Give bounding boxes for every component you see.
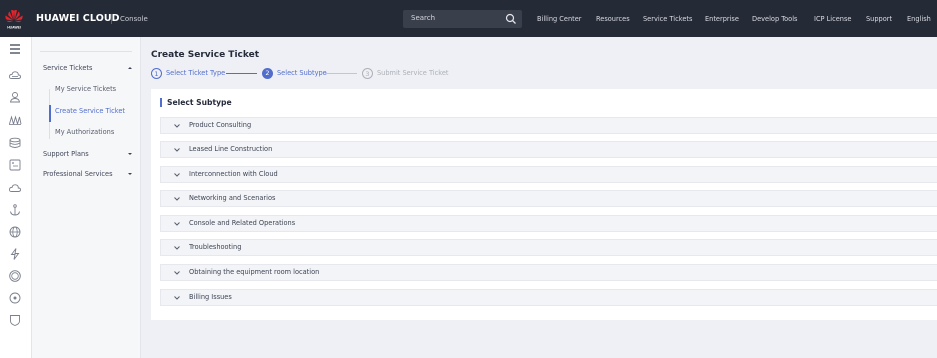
network-icon[interactable] xyxy=(8,113,22,127)
category-label: Product Consulting xyxy=(189,121,252,129)
active-indicator xyxy=(49,105,51,122)
menu-item-create-service-ticket[interactable]: Create Service Ticket xyxy=(55,107,125,115)
section-accent-bar xyxy=(160,98,162,107)
category-row[interactable]: Product Consulting xyxy=(160,117,937,134)
step-number: 2 xyxy=(262,68,273,79)
menu-group-professional-services[interactable]: Professional Services xyxy=(43,170,113,178)
user-group-icon[interactable] xyxy=(8,90,22,104)
step-connector xyxy=(325,73,357,74)
section-title: Select Subtype xyxy=(167,98,232,107)
step-connector xyxy=(226,73,257,74)
svg-text:HUAWEI: HUAWEI xyxy=(7,26,21,30)
step-select-ticket-type[interactable]: 1 Select Ticket Type xyxy=(151,68,261,80)
chevron-down-icon xyxy=(174,173,180,177)
chevron-down-icon xyxy=(174,148,180,152)
server-icon[interactable] xyxy=(8,158,22,172)
nav-language[interactable]: English xyxy=(907,15,931,23)
nav-enterprise[interactable]: Enterprise xyxy=(705,15,739,23)
nav-icp-license[interactable]: ICP License xyxy=(814,15,851,23)
chevron-down-icon[interactable] xyxy=(127,151,133,157)
chevron-down-icon xyxy=(174,124,180,128)
category-label: Billing Issues xyxy=(189,293,232,301)
step-label: Submit Service Ticket xyxy=(377,69,449,77)
category-row[interactable]: Billing Issues xyxy=(160,289,937,306)
region-icon[interactable] xyxy=(8,269,22,283)
chevron-down-icon xyxy=(174,222,180,226)
chevron-up-icon[interactable] xyxy=(127,65,133,71)
console-link[interactable]: Console xyxy=(120,15,148,23)
service-icon-rail xyxy=(0,37,32,358)
brand-divider xyxy=(111,14,112,24)
nav-service-tickets[interactable]: Service Tickets xyxy=(643,15,692,23)
category-label: Leased Line Construction xyxy=(189,145,273,153)
menu-icon[interactable] xyxy=(8,42,22,56)
huawei-logo-icon[interactable]: HUAWEI xyxy=(4,7,24,31)
search-input[interactable]: Search xyxy=(403,10,522,28)
step-label: Select Subtype xyxy=(277,69,327,77)
shield-icon[interactable] xyxy=(8,313,22,327)
service-tickets-side-menu: Service Tickets My Service Tickets Creat… xyxy=(32,37,141,358)
nav-billing-center[interactable]: Billing Center xyxy=(537,15,582,23)
step-number: 1 xyxy=(151,68,162,79)
nav-support[interactable]: Support xyxy=(866,15,892,23)
nav-develop-tools[interactable]: Develop Tools xyxy=(752,15,797,23)
step-select-subtype: 2 Select Subtype xyxy=(262,68,352,80)
category-row[interactable]: Networking and Scenarios xyxy=(160,190,937,207)
menu-group-service-tickets[interactable]: Service Tickets xyxy=(43,64,92,72)
database-icon[interactable] xyxy=(8,136,22,150)
subtype-card: Select Subtype Product Consulting Leased… xyxy=(151,89,937,320)
top-navigation-bar: HUAWEI HUAWEI CLOUD Console Search Billi… xyxy=(0,0,937,37)
step-number: 3 xyxy=(362,68,373,79)
chevron-down-icon xyxy=(174,246,180,250)
chevron-down-icon xyxy=(174,197,180,201)
menu-group-support-plans[interactable]: Support Plans xyxy=(43,150,89,158)
chevron-down-icon[interactable] xyxy=(127,171,133,177)
category-row[interactable]: Obtaining the equipment room location xyxy=(160,264,937,281)
category-row[interactable]: Interconnection with Cloud xyxy=(160,166,937,183)
step-submit-service-ticket: 3 Submit Service Ticket xyxy=(362,68,472,80)
category-row[interactable]: Leased Line Construction xyxy=(160,141,937,158)
anchor-icon[interactable] xyxy=(8,203,22,217)
search-placeholder: Search xyxy=(411,14,436,22)
cloud-icon[interactable] xyxy=(8,68,22,82)
menu-item-my-authorizations[interactable]: My Authorizations xyxy=(55,128,114,136)
chevron-down-icon xyxy=(174,296,180,300)
menu-divider xyxy=(40,51,132,52)
cloud-outline-icon[interactable] xyxy=(8,181,22,195)
category-row[interactable]: Troubleshooting xyxy=(160,239,937,256)
category-label: Networking and Scenarios xyxy=(189,194,276,202)
circle-dot-icon[interactable] xyxy=(8,291,22,305)
menu-item-my-service-tickets[interactable]: My Service Tickets xyxy=(55,85,116,93)
category-label: Console and Related Operations xyxy=(189,219,296,227)
step-label: Select Ticket Type xyxy=(166,69,226,77)
page-title: Create Service Ticket xyxy=(151,50,260,60)
lightning-icon[interactable] xyxy=(8,247,22,261)
search-icon[interactable] xyxy=(505,13,517,25)
category-label: Interconnection with Cloud xyxy=(189,170,278,178)
nav-resources[interactable]: Resources xyxy=(596,15,630,23)
category-label: Obtaining the equipment room location xyxy=(189,268,320,276)
globe-icon[interactable] xyxy=(8,225,22,239)
category-label: Troubleshooting xyxy=(189,243,242,251)
category-row[interactable]: Console and Related Operations xyxy=(160,215,937,232)
chevron-down-icon xyxy=(174,271,180,275)
brand-name[interactable]: HUAWEI CLOUD xyxy=(36,13,120,24)
